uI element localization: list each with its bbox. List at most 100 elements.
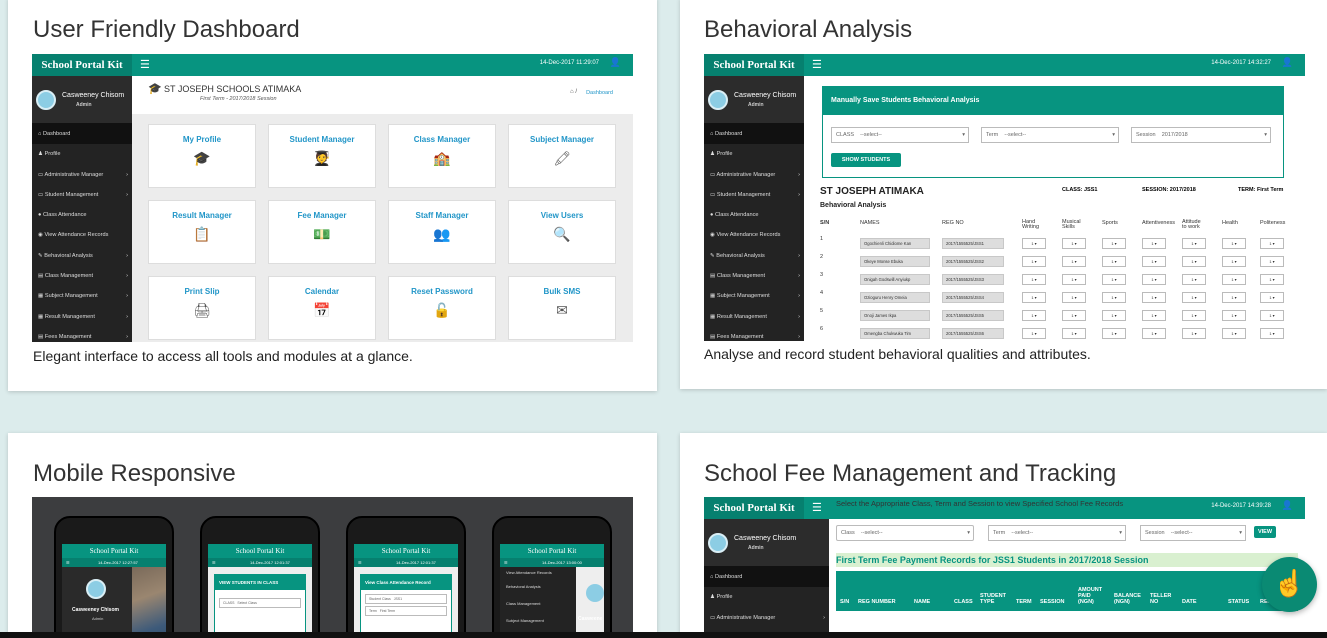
- score-select[interactable]: 1 ▾: [1102, 256, 1126, 267]
- sidebar-item[interactable]: ◉ View Attendance Records: [32, 225, 132, 245]
- sidebar-item[interactable]: ♟ Profile: [32, 144, 132, 164]
- score-select[interactable]: 1 ▾: [1062, 292, 1086, 303]
- sidebar-item[interactable]: ◉ View Attendance Records: [704, 225, 804, 245]
- score-select[interactable]: 1 ▾: [1182, 238, 1206, 249]
- tile-reset-password[interactable]: Reset Password 🔓: [388, 276, 496, 340]
- score-select[interactable]: 1 ▾: [1222, 238, 1246, 249]
- phone-mockup: School Portal Kit ☰ 14-Dec-2017 12:01:37 …: [200, 516, 320, 638]
- tile-fee-manager[interactable]: Fee Manager 💵: [268, 200, 376, 264]
- sidebar-item[interactable]: ▭ Student Management ›: [32, 185, 132, 205]
- score-select[interactable]: 1 ▾: [1022, 328, 1046, 339]
- score-select[interactable]: 1 ▾: [1142, 310, 1166, 321]
- sidebar-item[interactable]: ✎ Behavioral Analysis ›: [704, 246, 804, 266]
- score-select[interactable]: 1 ▾: [1142, 292, 1166, 303]
- student-name: Onigah Godswill Anyiukp: [860, 274, 930, 285]
- sidebar-item[interactable]: ▭ Administrative Manager ›: [704, 165, 804, 185]
- score-select[interactable]: 1 ▾: [1182, 292, 1206, 303]
- menu-item[interactable]: Class Management: [500, 595, 576, 612]
- score-select[interactable]: 1 ▾: [1222, 274, 1246, 285]
- term-select[interactable]: Term First Term: [365, 606, 447, 616]
- tile-bulk-sms[interactable]: Bulk SMS ✉: [508, 276, 616, 340]
- score-select[interactable]: 1 ▾: [1022, 256, 1046, 267]
- score-select[interactable]: 1 ▾: [1260, 310, 1284, 321]
- score-select[interactable]: 1 ▾: [1102, 274, 1126, 285]
- score-select[interactable]: 1 ▾: [1142, 274, 1166, 285]
- class-info: CLASS: JSS1: [1062, 187, 1098, 193]
- tile-my-profile[interactable]: My Profile 🎓: [148, 124, 256, 188]
- tile-view-users[interactable]: View Users 🔍: [508, 200, 616, 264]
- sidebar-item[interactable]: ● Class Attendance: [704, 205, 804, 225]
- sidebar-item[interactable]: ▦ Subject Management ›: [32, 286, 132, 306]
- sidebar-item[interactable]: ✎ Behavioral Analysis ›: [32, 246, 132, 266]
- score-select[interactable]: 1 ▾: [1182, 328, 1206, 339]
- score-select[interactable]: 1 ▾: [1142, 328, 1166, 339]
- sidebar-item[interactable]: ▤ Class Management ›: [32, 266, 132, 286]
- tile-class-manager[interactable]: Class Manager 🏫: [388, 124, 496, 188]
- score-select[interactable]: 1 ▾: [1062, 310, 1086, 321]
- score-select[interactable]: 1 ▾: [1222, 292, 1246, 303]
- breadcrumb[interactable]: Dashboard: [586, 90, 613, 96]
- score-select[interactable]: 1 ▾: [1260, 292, 1284, 303]
- score-select[interactable]: 1 ▾: [1142, 256, 1166, 267]
- score-select[interactable]: 1 ▾: [1142, 238, 1166, 249]
- menu-item[interactable]: Subject Management: [500, 612, 576, 629]
- sidebar-item[interactable]: ⌂ Dashboard: [32, 124, 132, 145]
- sidebar-item[interactable]: ♟ Profile: [704, 587, 829, 607]
- score-select[interactable]: 1 ▾: [1102, 238, 1126, 249]
- sidebar-item[interactable]: ● Class Attendance: [32, 205, 132, 225]
- sidebar-item[interactable]: ▤ Fees Management ›: [704, 327, 804, 341]
- score-select[interactable]: 1 ▾: [1062, 238, 1086, 249]
- score-select[interactable]: 1 ▾: [1222, 310, 1246, 321]
- pointer-hand-icon[interactable]: ☝: [1262, 557, 1317, 612]
- sidebar-item[interactable]: ▭ Administrative Manager ›: [32, 165, 132, 185]
- score-select[interactable]: 1 ▾: [1022, 238, 1046, 249]
- sidebar-item[interactable]: ♟ Profile: [704, 144, 804, 164]
- session-select[interactable]: Session 2017/2018 ▾: [1131, 127, 1271, 143]
- score-select[interactable]: 1 ▾: [1102, 310, 1126, 321]
- term-select[interactable]: Term --select-- ▾: [988, 525, 1126, 541]
- menu-item[interactable]: View Attendance Records: [500, 567, 576, 578]
- menu-item[interactable]: Behavioral Analysis: [500, 578, 576, 595]
- tile-subject-manager[interactable]: Subject Manager 🖍: [508, 124, 616, 188]
- term-select[interactable]: Term --select-- ▾: [981, 127, 1119, 143]
- tile-result-manager[interactable]: Result Manager 📋: [148, 200, 256, 264]
- sidebar-item[interactable]: ▤ Fees Management ›: [32, 327, 132, 342]
- sidebar-item[interactable]: ▤ Class Management ›: [704, 266, 804, 286]
- score-select[interactable]: 1 ▾: [1022, 292, 1046, 303]
- score-select[interactable]: 1 ▾: [1102, 292, 1126, 303]
- tile-student-manager[interactable]: Student Manager 🧑‍🎓: [268, 124, 376, 188]
- session-select[interactable]: Session --select-- ▾: [1140, 525, 1246, 541]
- class-select[interactable]: Student Class JSS1: [365, 594, 447, 604]
- sidebar-item[interactable]: ▭ Student Management ›: [704, 185, 804, 205]
- view-button[interactable]: VIEW: [1254, 526, 1276, 538]
- sidebar-item[interactable]: ▦ Result Management ›: [32, 307, 132, 327]
- score-select[interactable]: 1 ▾: [1260, 256, 1284, 267]
- show-students-button[interactable]: SHOW STUDENTS: [831, 153, 901, 167]
- score-select[interactable]: 1 ▾: [1260, 238, 1284, 249]
- tile-calendar[interactable]: Calendar 📅: [268, 276, 376, 340]
- score-select[interactable]: 1 ▾: [1022, 274, 1046, 285]
- class-select[interactable]: Class --select-- ▾: [836, 525, 974, 541]
- score-select[interactable]: 1 ▾: [1182, 256, 1206, 267]
- score-select[interactable]: 1 ▾: [1260, 328, 1284, 339]
- score-select[interactable]: 1 ▾: [1062, 256, 1086, 267]
- sidebar-item[interactable]: ▭ Administrative Manager ›: [704, 608, 829, 628]
- score-select[interactable]: 1 ▾: [1260, 274, 1284, 285]
- tile-print-slip[interactable]: Print Slip 🖨: [148, 276, 256, 340]
- score-select[interactable]: 1 ▾: [1062, 328, 1086, 339]
- score-select[interactable]: 1 ▾: [1182, 274, 1206, 285]
- tile-staff-manager[interactable]: Staff Manager 👥: [388, 200, 496, 264]
- class-select[interactable]: CLASS --select-- ▾: [831, 127, 969, 143]
- sidebar-item[interactable]: ▦ Subject Management ›: [704, 286, 804, 306]
- score-select[interactable]: 1 ▾: [1222, 256, 1246, 267]
- sidebar-item[interactable]: ▦ Result Management ›: [704, 307, 804, 327]
- user-name: Casweeney Chisom: [734, 535, 797, 542]
- score-select[interactable]: 1 ▾: [1062, 274, 1086, 285]
- score-select[interactable]: 1 ▾: [1102, 328, 1126, 339]
- score-select[interactable]: 1 ▾: [1022, 310, 1046, 321]
- class-select[interactable]: CLASS Select Class: [219, 598, 301, 608]
- sidebar-item[interactable]: ⌂ Dashboard: [704, 124, 804, 145]
- score-select[interactable]: 1 ▾: [1222, 328, 1246, 339]
- sidebar-item[interactable]: ⌂ Dashboard: [704, 567, 829, 588]
- score-select[interactable]: 1 ▾: [1182, 310, 1206, 321]
